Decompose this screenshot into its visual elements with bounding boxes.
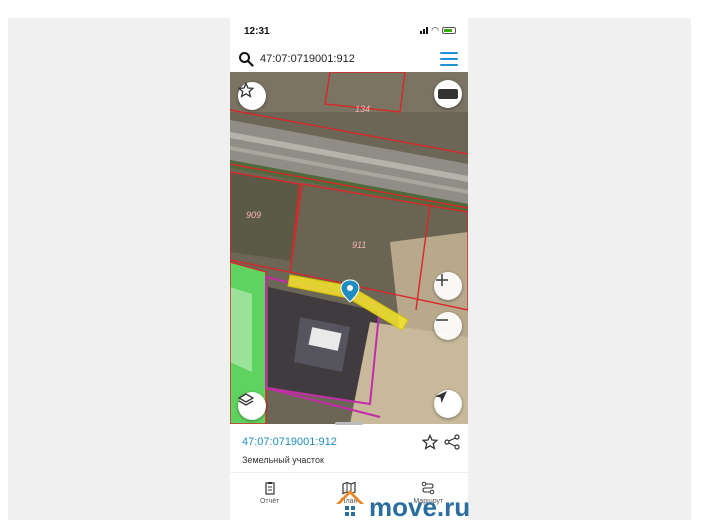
report-icon bbox=[265, 482, 275, 495]
house-logo-icon bbox=[336, 490, 364, 516]
parcel-id[interactable]: 47:07:0719001:912 bbox=[242, 436, 337, 448]
battery-icon bbox=[442, 26, 456, 34]
minus-icon bbox=[436, 319, 448, 321]
watermark: move.ru bbox=[333, 483, 470, 520]
search-input[interactable]: 47:07:0719001:912 bbox=[260, 53, 355, 65]
ruler-icon bbox=[438, 89, 458, 99]
wifi-icon: ◠ bbox=[431, 25, 439, 35]
share-icon[interactable] bbox=[444, 434, 460, 450]
parcel-label-911: 911 bbox=[352, 240, 366, 250]
search-icon[interactable] bbox=[238, 51, 254, 67]
tab-report[interactable]: Отчёт bbox=[230, 473, 309, 520]
my-location-button[interactable] bbox=[434, 390, 462, 418]
parcel-info-panel[interactable]: 47:07:0719001:912 Земельный участок bbox=[230, 424, 468, 472]
star-outline-icon[interactable] bbox=[422, 434, 438, 450]
signal-icon bbox=[420, 26, 429, 34]
watermark-text: move.ru bbox=[369, 492, 471, 522]
zoom-in-button[interactable] bbox=[434, 272, 462, 300]
map-scale-button[interactable] bbox=[434, 80, 462, 108]
layers-icon bbox=[238, 393, 254, 406]
menu-icon[interactable] bbox=[440, 52, 458, 66]
zoom-out-button[interactable] bbox=[434, 312, 462, 340]
parcel-label-909: 909 bbox=[246, 210, 261, 220]
search-bar[interactable]: 47:07:0719001:912 bbox=[230, 46, 468, 72]
navigation-arrow-icon bbox=[435, 391, 447, 403]
tab-label: Отчёт bbox=[259, 498, 280, 505]
satellite-map[interactable]: 134 909 911 bbox=[230, 72, 468, 424]
star-outline-icon bbox=[238, 82, 254, 98]
phone-screen: 12:31 ◠ 47:07:0719001:912 134 909 911 47… bbox=[230, 18, 468, 520]
parcel-label-134: 134 bbox=[355, 104, 370, 114]
status-bar: 12:31 ◠ bbox=[230, 18, 468, 46]
plus-icon bbox=[436, 274, 448, 286]
map-view[interactable]: 134 909 911 bbox=[230, 72, 468, 424]
drawer-handle[interactable] bbox=[335, 422, 363, 425]
status-icons: ◠ bbox=[420, 25, 456, 35]
layers-button[interactable] bbox=[238, 392, 266, 420]
favorite-map-button[interactable] bbox=[238, 82, 266, 110]
parcel-type: Земельный участок bbox=[242, 455, 324, 465]
status-time: 12:31 bbox=[244, 26, 270, 37]
